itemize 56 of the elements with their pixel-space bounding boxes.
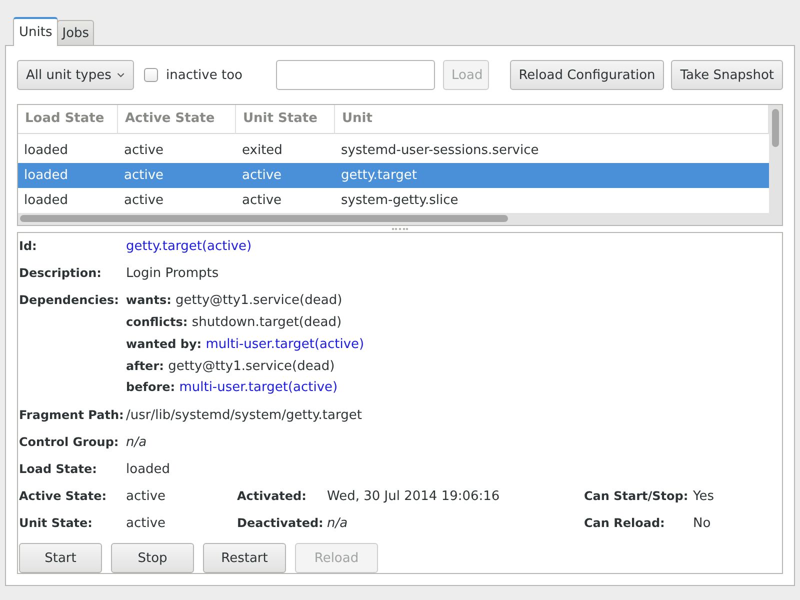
dependency-line: before: multi-user.target(active) (126, 379, 339, 398)
checkbox[interactable] (144, 68, 158, 82)
field-label: Fragment Path: (19, 407, 125, 424)
field-label: Description: (19, 265, 102, 282)
field-label: Unit State: (19, 515, 94, 532)
dependency-line: wanted by: multi-user.target(active) (126, 336, 366, 354)
field-value: active (126, 515, 167, 533)
field-value: n/a (327, 515, 349, 533)
table-cell-text: systemd-user-sessions.service (340, 142, 540, 160)
dependency-line: wants: getty@tty1.service(dead) (126, 292, 344, 310)
table-cell-text: loaded (23, 192, 70, 210)
field-value: Login Prompts (126, 265, 220, 284)
field-label: Dependencies: (19, 292, 120, 310)
table-cell-text: loaded (23, 167, 70, 185)
tab[interactable]: Jobs (57, 20, 94, 45)
table-cell-text: loaded (23, 142, 70, 160)
field-value: Yes (693, 488, 715, 506)
dropdown[interactable]: All unit types (17, 60, 134, 90)
field-value: /usr/lib/systemd/system/getty.target (126, 407, 363, 425)
field-value: No (693, 515, 712, 533)
table-cell-text: exited (241, 142, 284, 160)
text-field[interactable] (276, 60, 435, 90)
button[interactable]: Stop (111, 543, 194, 573)
table-cell-text: active (241, 167, 283, 185)
button[interactable]: Restart (203, 543, 286, 573)
field-value: active (126, 488, 167, 506)
field-label: Can Start/Stop: (584, 488, 690, 505)
table-cell-text: active (241, 192, 283, 210)
toolbar-button[interactable]: Reload Configuration (510, 60, 664, 90)
dependency-line: conflicts: shutdown.target(dead) (126, 314, 343, 332)
scrollbar-thumb[interactable] (772, 109, 779, 147)
toolbar-button[interactable]: Take Snapshot (671, 60, 783, 90)
field-value: Wed, 30 Jul 2014 19:06:16 (327, 488, 501, 506)
field-label: Deactivated: (237, 515, 324, 532)
field-label: Control Group: (19, 434, 120, 451)
table-row[interactable]: loaded active exited systemd-user-sessions.service (18, 138, 769, 163)
field-label: Active State: (19, 488, 108, 505)
field-value: loaded (126, 461, 172, 479)
table-cell-text: getty.target (340, 167, 418, 185)
field-label: Id: (19, 238, 38, 256)
field-label: Can Reload: (584, 515, 666, 532)
chevron-down-icon (117, 72, 125, 78)
table-cell-text: system-getty.slice (340, 192, 460, 210)
scrollbar-thumb[interactable] (20, 215, 508, 222)
dependency-line: after: getty@tty1.service(dead) (126, 358, 336, 376)
field-value: n/a (126, 434, 148, 452)
tab[interactable]: Units (13, 17, 58, 46)
table-row[interactable]: loaded active active system-getty.slice (18, 188, 769, 213)
button[interactable]: Start (19, 543, 102, 573)
field-label: Activated: (237, 488, 308, 505)
table-cell-text: active (123, 142, 165, 160)
checkbox-label: inactive too (166, 68, 243, 82)
field-label: Load State: (19, 461, 98, 478)
table-cell-text: active (123, 167, 165, 185)
table-cell-text: active (123, 192, 165, 210)
unit-link[interactable]: getty.target(active) (126, 236, 782, 258)
